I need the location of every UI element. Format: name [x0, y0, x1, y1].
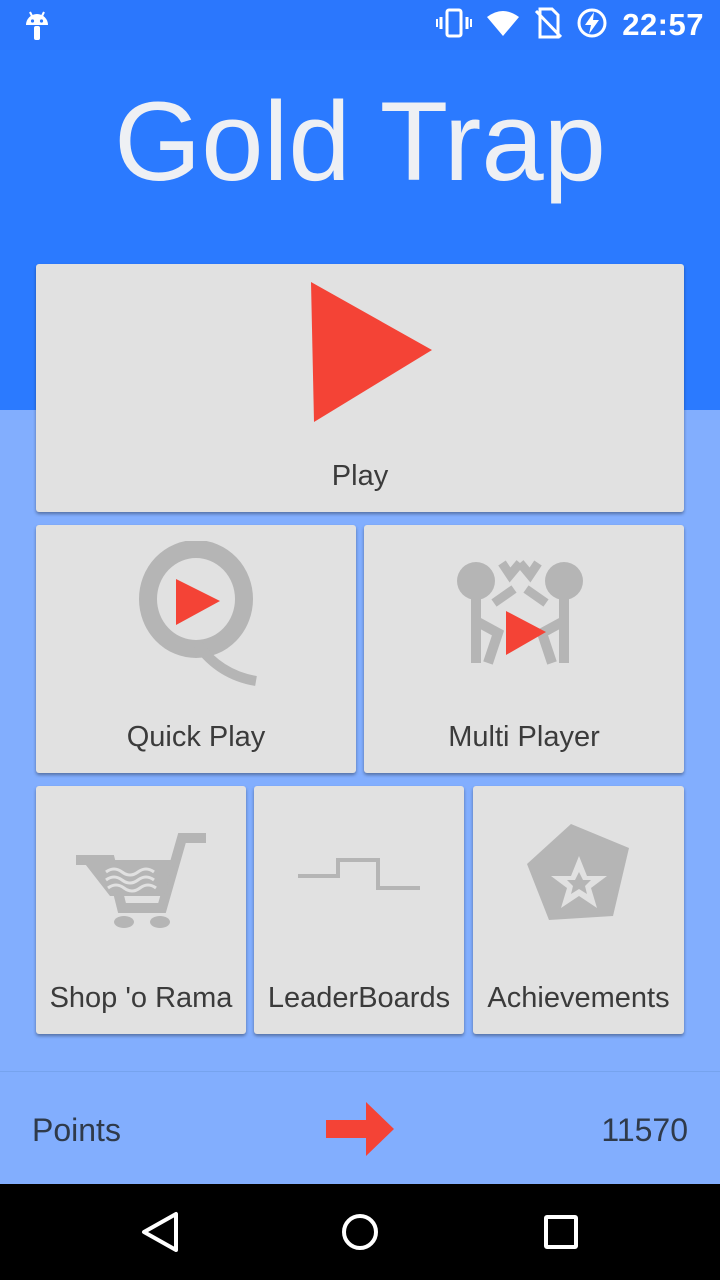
back-icon[interactable] — [140, 1210, 180, 1259]
status-time: 22:57 — [622, 7, 704, 42]
android-debug-icon — [22, 9, 52, 46]
navigation-bar — [0, 1184, 720, 1280]
points-bar: Points 11570 — [0, 1071, 720, 1185]
leaderboards-button[interactable]: LeaderBoards — [254, 786, 464, 1034]
leaderboards-label: LeaderBoards — [267, 982, 451, 1014]
achievements-button[interactable]: Achievements — [473, 786, 684, 1034]
multi-player-button[interactable]: Multi Player — [364, 525, 684, 773]
multi-player-label: Multi Player — [448, 721, 600, 753]
battery-charging-icon — [576, 7, 608, 44]
wifi-icon — [486, 9, 520, 42]
vibrate-icon — [436, 8, 473, 43]
arrow-right-icon[interactable] — [324, 1100, 396, 1163]
recents-icon[interactable] — [541, 1210, 581, 1259]
no-sim-icon — [534, 7, 563, 44]
achievements-label: Achievements — [487, 982, 670, 1014]
star-pentagon-icon — [525, 820, 633, 933]
status-bar: 22:57 — [0, 0, 720, 50]
play-label: Play — [331, 460, 389, 492]
app-title: Gold Trap — [114, 79, 606, 204]
shopping-cart-icon — [74, 830, 208, 935]
play-triangle-icon — [308, 280, 434, 429]
multi-player-icon — [454, 559, 586, 674]
home-icon[interactable] — [340, 1210, 380, 1259]
points-label: Points — [32, 1112, 121, 1148]
points-value: 11570 — [601, 1112, 688, 1148]
quick-play-label: Quick Play — [126, 721, 266, 753]
play-button[interactable]: Play — [36, 264, 684, 512]
shop-label: Shop 'o Rama — [49, 982, 233, 1014]
leaderboard-steps-icon — [296, 854, 422, 899]
quick-play-button[interactable]: Quick Play — [36, 525, 356, 773]
shop-button[interactable]: Shop 'o Rama — [36, 786, 246, 1034]
quick-play-icon — [136, 540, 258, 692]
